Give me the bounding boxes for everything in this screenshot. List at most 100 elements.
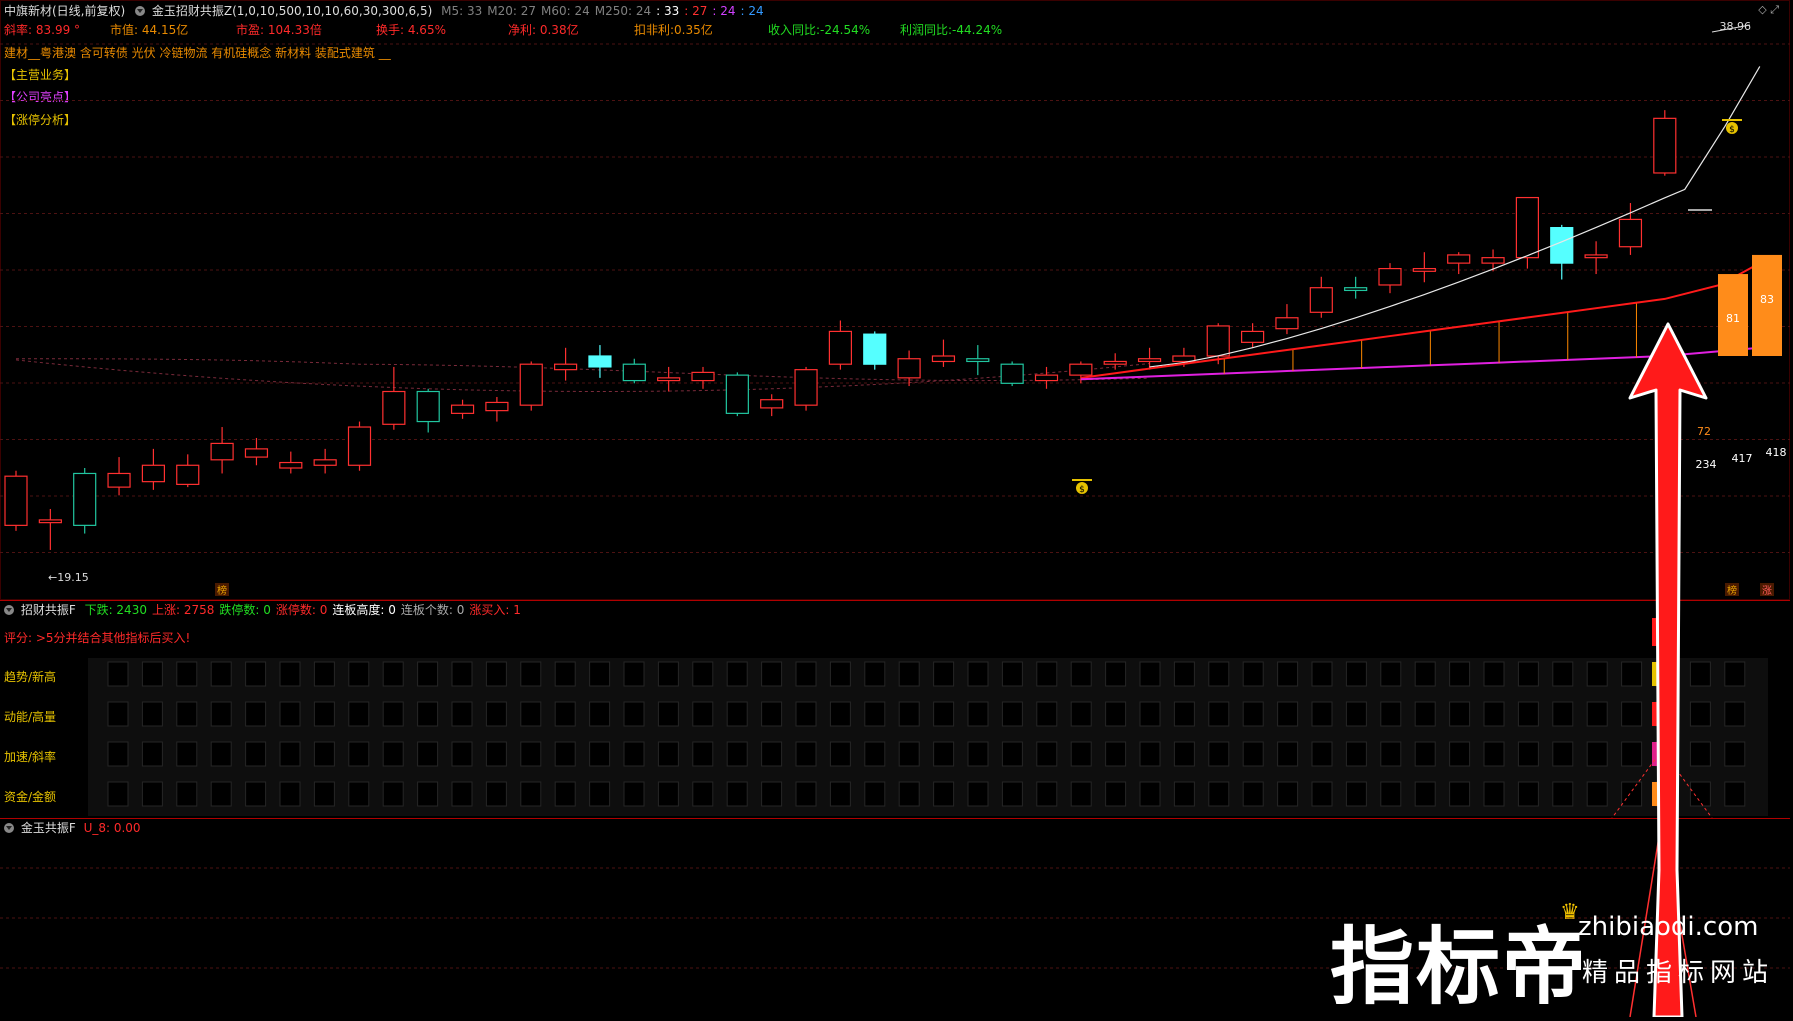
candlestick-chart[interactable]: 818372234 417 418←19.15$$榜榜涨 bbox=[0, 0, 1793, 600]
grid-cell bbox=[933, 741, 955, 767]
candle-body bbox=[1000, 363, 1024, 384]
grid-cell bbox=[726, 741, 748, 767]
grid-cell bbox=[1208, 741, 1230, 767]
grid-cell bbox=[210, 781, 232, 807]
grid-cell bbox=[520, 661, 542, 687]
grid-cell bbox=[726, 661, 748, 687]
grid-cell bbox=[210, 661, 232, 687]
line-value-label: 418 bbox=[1766, 446, 1787, 459]
row-label-capital: 资金/金额 bbox=[4, 790, 57, 804]
candle-body bbox=[1309, 287, 1333, 313]
grid-cell bbox=[623, 781, 645, 807]
candle-body bbox=[38, 519, 62, 524]
candle-body bbox=[279, 461, 303, 469]
grid-cell bbox=[279, 661, 301, 687]
grid-cell bbox=[829, 661, 851, 687]
grid-cell bbox=[898, 701, 920, 727]
signal-marker-label: 榜 bbox=[217, 584, 227, 597]
grid-cell bbox=[107, 741, 129, 767]
score-grid-cells bbox=[107, 618, 1746, 818]
grid-cell bbox=[554, 741, 576, 767]
candle-body bbox=[622, 363, 646, 382]
money-bag-icon: $ bbox=[1079, 485, 1085, 495]
candle bbox=[691, 366, 715, 389]
grid-cell bbox=[1414, 701, 1436, 727]
candle-body bbox=[1103, 360, 1127, 365]
grid-cell bbox=[657, 701, 679, 727]
grid-cell bbox=[348, 781, 370, 807]
candle bbox=[1447, 252, 1471, 275]
grid-cell bbox=[245, 781, 267, 807]
candle-body bbox=[485, 401, 509, 412]
grid-cell bbox=[864, 741, 886, 767]
candle bbox=[1584, 241, 1608, 275]
grid-cell bbox=[451, 741, 473, 767]
line-value-label: 417 bbox=[1732, 452, 1753, 465]
grid-cell bbox=[1105, 741, 1127, 767]
grid-cell bbox=[1483, 781, 1505, 807]
candle bbox=[725, 372, 749, 417]
grid-cell bbox=[864, 661, 886, 687]
grid-cell bbox=[1724, 661, 1746, 687]
candle-body bbox=[1412, 267, 1436, 272]
grid-cell bbox=[1483, 741, 1505, 767]
grid-cell bbox=[761, 781, 783, 807]
grid-cell bbox=[451, 781, 473, 807]
grid-cell bbox=[107, 661, 129, 687]
grid-cell bbox=[623, 661, 645, 687]
grid-cell bbox=[1414, 661, 1436, 687]
signal-marker: 榜 bbox=[215, 583, 229, 597]
grid-cell bbox=[829, 741, 851, 767]
grid-cell bbox=[726, 781, 748, 807]
candle-body bbox=[1447, 254, 1471, 264]
grid-cell bbox=[176, 781, 198, 807]
candle-body bbox=[794, 369, 818, 406]
candle bbox=[622, 358, 646, 384]
grid-cell bbox=[864, 701, 886, 727]
candle-body bbox=[1653, 117, 1677, 174]
grid-cell bbox=[898, 781, 920, 807]
grid-cell bbox=[1139, 741, 1161, 767]
grid-cell bbox=[141, 781, 163, 807]
candle bbox=[313, 448, 337, 474]
grid-cell bbox=[1242, 781, 1264, 807]
grid-cell bbox=[520, 741, 542, 767]
money-bag-icon: $ bbox=[1072, 479, 1092, 495]
candle-body bbox=[588, 355, 612, 368]
candle bbox=[1618, 203, 1643, 255]
ma-dashed-line bbox=[15, 359, 1150, 393]
candle bbox=[863, 331, 887, 370]
candle bbox=[1034, 366, 1059, 389]
grid-cell bbox=[692, 741, 714, 767]
candle bbox=[450, 399, 475, 419]
grid-cell bbox=[1208, 701, 1230, 727]
signal-marker-label: 榜 bbox=[1727, 584, 1737, 597]
grid-cell bbox=[245, 661, 267, 687]
grid-cell bbox=[382, 701, 404, 727]
candle-body bbox=[176, 464, 200, 485]
grid-cell bbox=[554, 781, 576, 807]
grid-cell bbox=[967, 701, 989, 727]
grid-cell bbox=[348, 701, 370, 727]
grid-cell bbox=[1036, 741, 1058, 767]
grid-cell bbox=[1036, 661, 1058, 687]
grid-cell bbox=[313, 741, 335, 767]
grid-cell bbox=[1414, 781, 1436, 807]
row-label-momentum: 动能/高量 bbox=[4, 710, 57, 724]
candle-body bbox=[416, 390, 440, 423]
candle bbox=[1412, 252, 1436, 283]
candle-body bbox=[897, 358, 921, 379]
grid-cell bbox=[1483, 701, 1505, 727]
candle-body bbox=[1240, 330, 1265, 343]
grid-cell bbox=[417, 741, 439, 767]
grid-cell bbox=[795, 661, 817, 687]
signal-marker: 涨 bbox=[1760, 583, 1774, 597]
grid-cell bbox=[141, 741, 163, 767]
bar-value-label: 83 bbox=[1760, 293, 1774, 306]
grid-cell bbox=[692, 701, 714, 727]
grid-cell bbox=[107, 701, 129, 727]
grid-cell bbox=[1449, 741, 1471, 767]
candle-body bbox=[382, 390, 406, 425]
grid-cell bbox=[176, 701, 198, 727]
candle-body bbox=[210, 442, 234, 461]
